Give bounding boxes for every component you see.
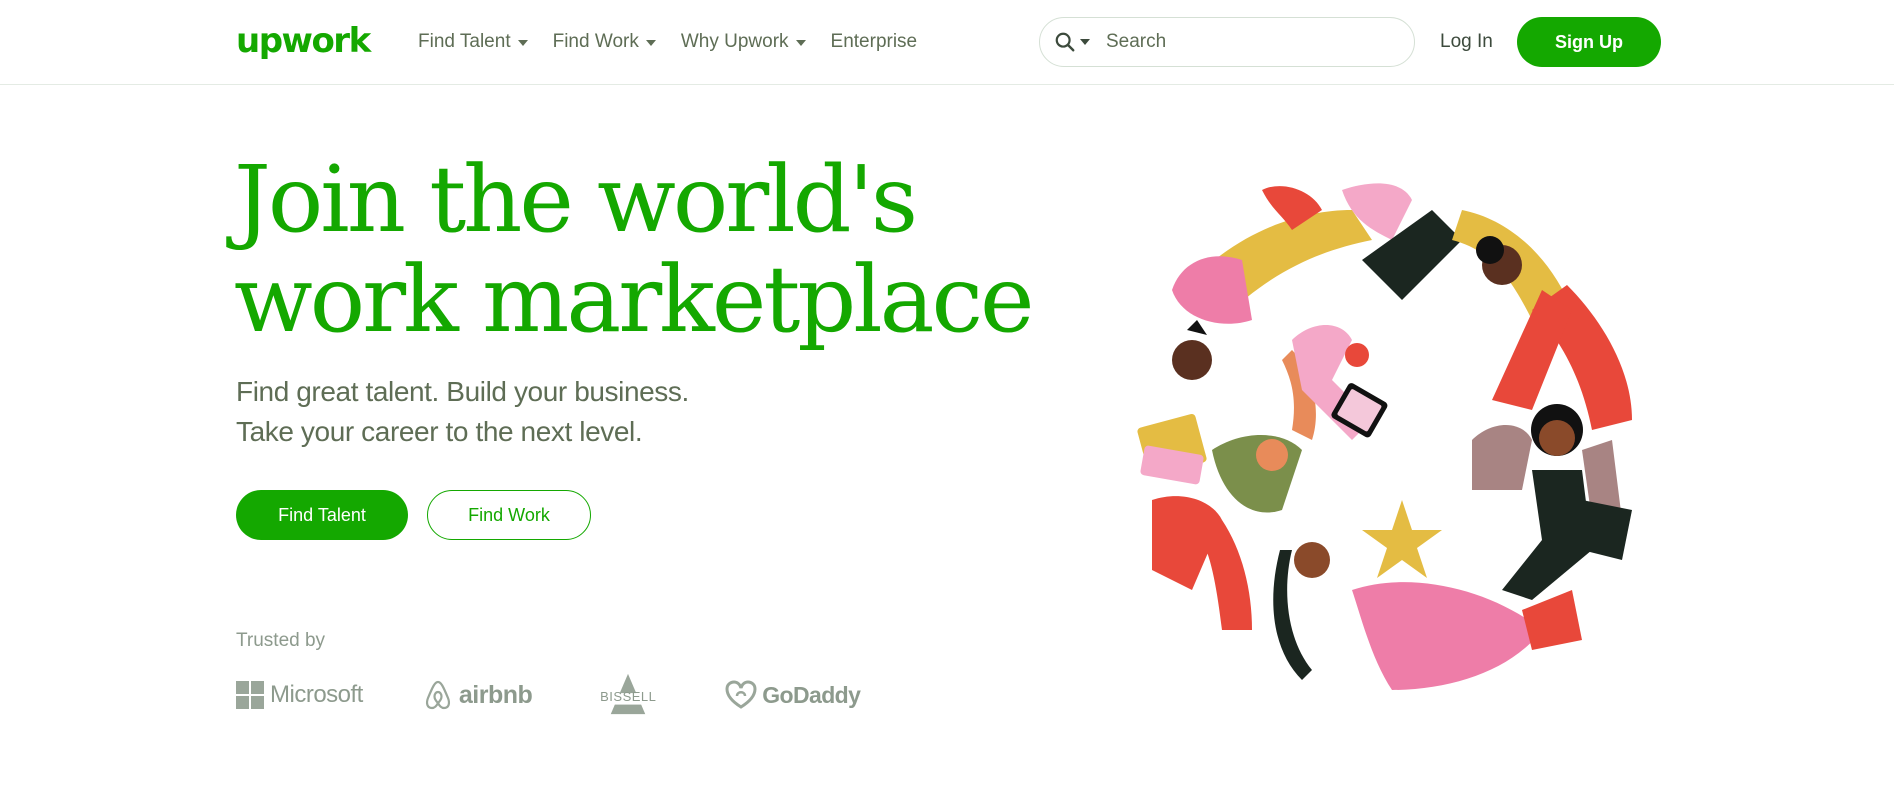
illus-dark-leg (1582, 500, 1632, 560)
main-nav: Find Talent Find Work Why Upwork Enterpr… (418, 27, 942, 57)
nav-find-talent[interactable]: Find Talent (418, 27, 528, 57)
illus-pink-body (1352, 582, 1542, 690)
godaddy-heart-icon (725, 680, 757, 709)
nav-enterprise-label: Enterprise (830, 31, 918, 52)
microsoft-logo-text: Microsoft (270, 681, 363, 708)
illus-face-3 (1539, 420, 1575, 456)
login-link[interactable]: Log In (1440, 27, 1493, 57)
illus-red-leg-2 (1202, 520, 1252, 630)
hero-headline-line-2: work marketplace (234, 246, 1034, 353)
search-input[interactable] (1106, 31, 1386, 53)
search-bar (1039, 17, 1415, 67)
illus-face-2 (1172, 340, 1212, 380)
find-talent-button[interactable]: Find Talent (236, 490, 408, 540)
hero-headline: Join the world's work marketplace (234, 146, 1034, 353)
hero-illustration (1112, 170, 1672, 710)
illus-pink-skirt (1172, 256, 1252, 324)
godaddy-logo-text: GoDaddy (762, 681, 861, 708)
find-work-button[interactable]: Find Work (427, 490, 591, 540)
illus-face-4 (1256, 439, 1288, 471)
airbnb-belo-icon (425, 680, 450, 710)
bissell-logo: BISSELL (592, 672, 664, 718)
hero-subtext: Find great talent. Build your business. … (236, 372, 689, 452)
search-icon[interactable] (1054, 31, 1076, 53)
nav-find-work[interactable]: Find Work (553, 27, 656, 57)
illus-red-cap (1345, 343, 1369, 367)
top-navigation-bar: upwork Find Talent Find Work Why Upwork … (0, 0, 1894, 85)
nav-find-work-label: Find Work (552, 31, 639, 52)
airbnb-logo-text: airbnb (458, 680, 533, 709)
chevron-down-icon (795, 40, 806, 46)
hero-headline-line-1: Join the world's (234, 146, 918, 253)
godaddy-logo: GoDaddy (724, 672, 861, 718)
airbnb-logo: airbnb (423, 672, 533, 718)
illus-face-5 (1294, 542, 1330, 578)
illus-hair-bow (1187, 320, 1207, 335)
chevron-down-icon (645, 40, 656, 46)
trusted-brands-row: Microsoft airbnb BISSELL GoDaddy (236, 672, 920, 718)
search-type-chevron-down-icon[interactable] (1080, 39, 1090, 45)
signup-button[interactable]: Sign Up (1517, 17, 1661, 67)
trusted-by-label: Trusted by (236, 630, 326, 651)
nav-enterprise[interactable]: Enterprise (831, 27, 918, 57)
nav-why-upwork[interactable]: Why Upwork (681, 27, 806, 57)
illus-hair-bun (1476, 236, 1504, 264)
nav-why-upwork-label: Why Upwork (680, 31, 789, 52)
microsoft-logo: Microsoft (236, 672, 363, 718)
nav-find-talent-label: Find Talent (418, 31, 511, 52)
illus-mauve-leg (1472, 425, 1532, 490)
upwork-logo[interactable]: upwork (236, 20, 371, 62)
illus-green-shirt (1212, 435, 1302, 513)
chevron-down-icon (517, 40, 528, 46)
hero-subtext-line-1: Find great talent. Build your business. (236, 376, 689, 407)
star-icon (1362, 500, 1442, 578)
hero-subtext-line-2: Take your career to the next level. (236, 416, 643, 447)
bissell-logo-text: BISSELL (600, 688, 657, 704)
microsoft-windows-icon (236, 681, 264, 709)
people-collaborating-illustration (1137, 183, 1632, 690)
